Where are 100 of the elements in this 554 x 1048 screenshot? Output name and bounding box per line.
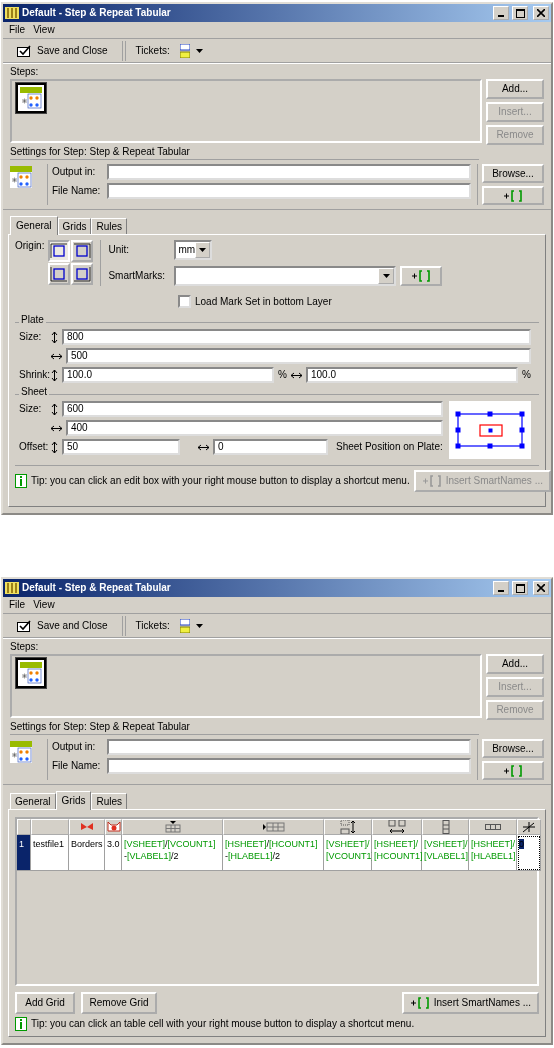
vertical-arrow-icon <box>51 369 58 381</box>
horizontal-spacing-icon <box>388 820 406 834</box>
origin-button[interactable] <box>48 240 71 262</box>
origin-corner-icon <box>49 265 70 283</box>
insert-smartnames-button[interactable]: Insert SmartNames ... <box>401 992 539 1014</box>
table-cell[interactable]: [VSHEET]/ [VLABEL1] <box>422 835 469 871</box>
step-repeat-icon <box>20 662 42 684</box>
maximize-button[interactable] <box>512 6 528 20</box>
plate-width-field[interactable]: 500 <box>66 348 531 364</box>
grid-arrow-icon <box>164 821 181 833</box>
tickets-label: Tickets: <box>135 44 170 57</box>
sheet-height-field[interactable]: 600 <box>62 401 443 417</box>
input-field[interactable] <box>107 164 471 180</box>
sheet-group-title: Sheet <box>19 386 50 398</box>
steps-label: Steps: <box>10 66 40 78</box>
origin-button[interactable] <box>48 263 71 285</box>
column-header[interactable] <box>324 819 372 835</box>
origin-corner-icon <box>72 242 93 260</box>
table-cell[interactable]: [HSHEET]/[HCOUNT1] -[HLABEL1]/2 <box>223 835 324 871</box>
origin-corner-icon <box>72 265 93 283</box>
menu-item[interactable]: File <box>6 598 29 612</box>
origin-button[interactable] <box>71 240 94 262</box>
horizontal-label-icon <box>485 824 501 830</box>
window-title: Default - Step & Repeat Tabular <box>22 7 172 19</box>
origin-corner-icon <box>49 242 70 260</box>
table-cell[interactable]: Borders <box>69 835 105 871</box>
shrink-vertical-field[interactable]: 100.0 <box>62 367 275 383</box>
maximize-button[interactable] <box>512 581 528 595</box>
shrink-label: Shrink: <box>19 369 47 381</box>
vertical-arrow-icon <box>51 403 58 415</box>
field-label: Output in: <box>52 741 97 753</box>
info-icon <box>15 1017 27 1031</box>
table-cell[interactable]: [VSHEET]/[VCOUNT1] -[VLABEL1]/2 <box>122 835 223 871</box>
menu-item[interactable]: View <box>30 23 58 37</box>
insert-smartname-button[interactable] <box>482 761 544 780</box>
tab[interactable]: Rules <box>91 218 128 234</box>
maximize-icon <box>515 583 525 593</box>
shrink-horizontal-field[interactable]: 100.0 <box>306 367 519 383</box>
plate-group-title: Plate <box>19 314 46 326</box>
insert-smartname-icon <box>503 764 523 777</box>
sheet-width-field[interactable]: 400 <box>66 420 443 436</box>
settings-label: Settings for Step: Step & Repeat Tabular <box>10 146 190 157</box>
smartmarks-dropdown[interactable] <box>174 266 397 286</box>
tab[interactable]: General <box>10 793 56 809</box>
percent-label: % <box>522 369 531 381</box>
input-field[interactable] <box>107 183 471 199</box>
table-cell[interactable]: 3.0 <box>105 835 122 871</box>
insert-smartname-button[interactable] <box>482 186 544 205</box>
input-field[interactable] <box>107 739 471 755</box>
input-field[interactable] <box>107 758 471 774</box>
tab[interactable]: Grids <box>57 218 92 234</box>
minimize-button[interactable] <box>493 6 509 20</box>
vertical-spacing-icon <box>340 820 356 834</box>
save-close-button[interactable]: Save and Close <box>13 617 112 634</box>
table-cell[interactable]: testfile1 <box>31 835 69 871</box>
grid-button[interactable]: Add Grid <box>15 992 75 1014</box>
load-mark-label: Load Mark Set in bottom Layer <box>195 295 332 308</box>
smartmarks-label: SmartMarks: <box>108 270 167 282</box>
table-cell[interactable]: [HSHEET]/ [HLABEL1] <box>469 835 517 871</box>
tickets-label: Tickets: <box>135 619 170 632</box>
tab[interactable]: Rules <box>91 793 128 809</box>
insert-smartname-icon <box>411 270 432 282</box>
menu-item[interactable]: View <box>30 598 58 612</box>
tab[interactable]: General <box>10 216 58 235</box>
step-item[interactable] <box>16 83 46 113</box>
close-button[interactable] <box>533 6 549 20</box>
field-label: File Name: <box>52 185 102 197</box>
insert-smartmark-button[interactable] <box>400 266 443 286</box>
browse-button[interactable]: Browse... <box>482 164 544 183</box>
offset-vertical-field[interactable]: 50 <box>62 439 180 455</box>
vertical-label-icon <box>441 820 450 834</box>
step-button[interactable]: Add... <box>486 79 544 99</box>
grid-button[interactable]: Remove Grid <box>81 992 157 1014</box>
origin-button[interactable] <box>71 263 94 285</box>
step-repeat-icon <box>10 166 32 188</box>
save-close-button[interactable]: Save and Close <box>13 42 112 59</box>
horizontal-arrow-icon <box>198 443 209 451</box>
step-item[interactable] <box>16 658 46 688</box>
unit-dropdown[interactable]: mm <box>174 240 213 260</box>
minimize-button[interactable] <box>493 581 509 595</box>
rotate-icon <box>522 821 536 833</box>
checkmark-icon <box>17 619 31 632</box>
plate-height-field[interactable]: 800 <box>62 329 531 345</box>
load-mark-checkbox[interactable] <box>178 295 191 308</box>
column-header[interactable] <box>372 819 422 835</box>
row-number-cell[interactable]: 1 <box>17 835 31 871</box>
menu-item[interactable]: File <box>6 23 29 37</box>
step-button[interactable]: Add... <box>486 654 544 674</box>
horizontal-arrow-icon <box>291 371 302 379</box>
column-header[interactable] <box>517 819 541 835</box>
size-label: Size: <box>19 331 43 343</box>
table-cell[interactable]: [HSHEET]/ [HCOUNT1] <box>372 835 422 871</box>
tab[interactable]: Grids <box>55 791 92 810</box>
unit-label: Unit: <box>108 244 130 256</box>
column-header[interactable] <box>469 819 517 835</box>
offset-horizontal-field[interactable]: 0 <box>213 439 328 455</box>
offset-label: Offset: <box>19 441 47 453</box>
vertical-arrow-icon <box>51 331 58 343</box>
close-button[interactable] <box>533 581 549 595</box>
browse-button[interactable]: Browse... <box>482 739 544 758</box>
